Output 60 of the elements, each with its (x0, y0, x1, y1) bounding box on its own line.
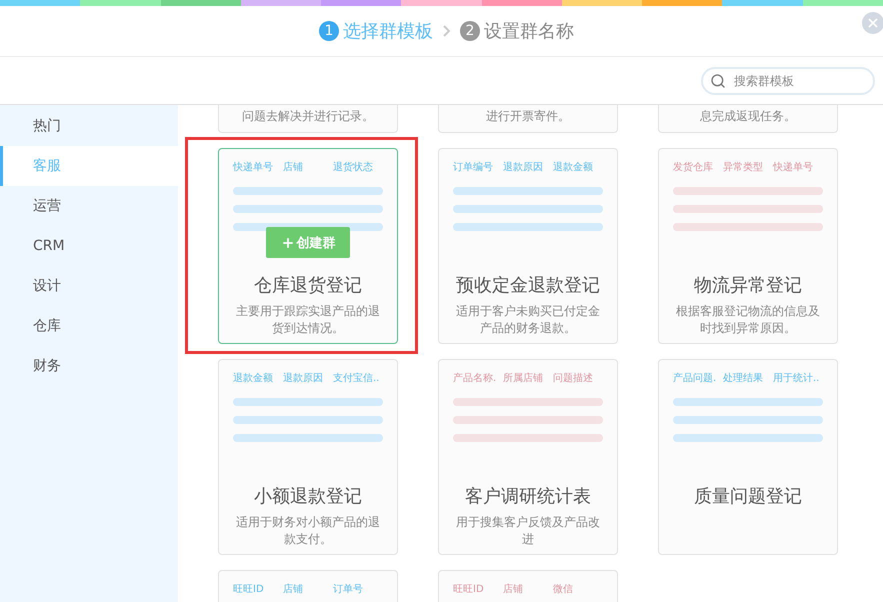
sidebar-item[interactable]: 运营 (0, 186, 178, 226)
field-label: 产品名称. (453, 372, 498, 385)
field-label: 订单编号 (453, 160, 494, 174)
field-label: 所属店铺 (503, 372, 544, 385)
field-label: 发货仓库 (673, 160, 714, 174)
step-label: 选择群模板 (343, 20, 433, 43)
search-field[interactable]: 搜索群模板 (701, 66, 875, 94)
card-title: 质量问题登记 (693, 485, 803, 508)
field-label: 退款金额 (233, 372, 274, 385)
card-title: 物流异常登记 (693, 274, 803, 297)
field-label: 旺旺ID (233, 583, 265, 596)
sidebar-item[interactable]: 设计 (0, 266, 178, 306)
card-description: 息完成返现任务。 (699, 108, 797, 125)
field-label: 退货状态 (333, 160, 374, 174)
field-label: 异常类型 (723, 160, 764, 174)
field-label: 快递单号 (233, 160, 274, 174)
chevron-right-icon (443, 25, 450, 37)
field-label: 产品问题. (673, 372, 718, 385)
sidebar-item[interactable]: 仓库 (0, 306, 178, 346)
card-description: 主要用于跟踪实退产品的退货到达情况。 (235, 303, 381, 337)
template-card[interactable]: 快递单号 店铺 退货状态 创建群 仓库退货登记 主要用于跟踪实退产品的退货到达情况。 (218, 148, 398, 344)
field-label: 退款金额 (553, 160, 594, 174)
field-label: 问题描述 (553, 372, 594, 385)
field-label: 退款原因 (283, 372, 324, 385)
field-label: 快递单号 (773, 160, 814, 174)
field-label: 旺旺ID (453, 583, 485, 596)
template-card[interactable]: 产品问题. 处理结果 用于统计.. 质量问题登记 (658, 359, 838, 555)
field-label: 店铺 (503, 582, 524, 596)
plus-icon (280, 236, 294, 250)
field-label: 退款原因 (503, 160, 544, 174)
template-card[interactable]: 订单编号 退款原因 退款金额 预收定金退款登记 适用于客户未购买已付定金产品的财务退款。 (438, 148, 618, 344)
step-number: 1 (319, 21, 339, 41)
field-label: 店铺 (283, 582, 304, 596)
card-description: 根据客服登记物流的信息及时找到异常原因。 (675, 303, 821, 337)
template-card[interactable]: 退款金额 退款原因 支付宝信.. 小额退款登记 适用于财务对小额产品的退款支付。 (218, 359, 398, 555)
card-title: 仓库退货登记 (253, 274, 363, 297)
sidebar-item[interactable]: 热门 (0, 106, 178, 146)
sidebar-item[interactable]: CRM (0, 226, 178, 266)
step-label: 设置群名称 (484, 20, 574, 43)
card-description: 用于搜集客户反馈及产品改进 (455, 514, 601, 548)
field-label: 处理结果 (723, 372, 764, 385)
close-icon (866, 16, 880, 30)
search-icon (710, 72, 726, 88)
card-description: 适用于客户未购买已付定金产品的财务退款。 (455, 303, 601, 337)
field-label: 订单号 (333, 582, 364, 596)
sidebar-item[interactable]: 财务 (0, 346, 178, 386)
card-description: 进行开票寄件。 (485, 108, 571, 125)
field-label: 微信 (553, 583, 574, 596)
step-number: 2 (460, 21, 480, 41)
card-title: 预收定金退款登记 (455, 274, 601, 297)
field-label: 支付宝信.. (333, 372, 380, 385)
template-card[interactable]: 产品名称. 所属店铺 问题描述 客户调研统计表 用于搜集客户反馈及产品改进 (438, 359, 618, 555)
field-label: 店铺 (283, 160, 304, 174)
template-card[interactable]: 发货仓库 异常类型 快递单号 物流异常登记 根据客服登记物流的信息及时找到异常原因。 (658, 148, 838, 344)
card-title: 客户调研统计表 (464, 485, 592, 508)
card-title: 小额退款登记 (253, 485, 363, 508)
card-description: 适用于财务对小额产品的退款支付。 (235, 514, 381, 548)
close-button[interactable] (862, 12, 883, 34)
card-description: 问题去解决并进行记录。 (241, 108, 375, 125)
field-label: 用于统计.. (773, 372, 820, 385)
